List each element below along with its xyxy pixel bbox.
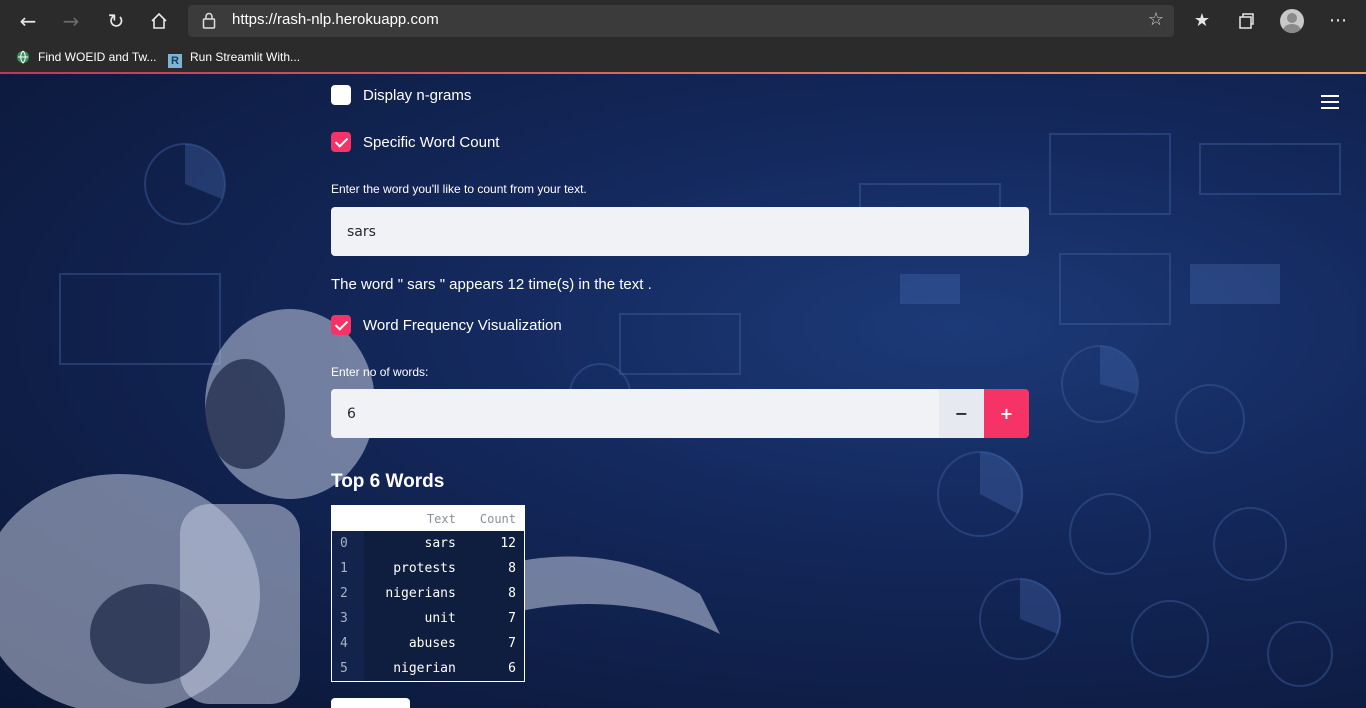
table-row: 2 nigerians 8 [332, 581, 524, 606]
num-words-input[interactable] [331, 389, 939, 438]
favorite-star-icon[interactable]: ☆ [1148, 9, 1164, 30]
r-favicon-icon: R [168, 54, 182, 68]
cell-count: 7 [508, 636, 516, 651]
home-icon[interactable] [144, 6, 174, 36]
lock-icon [202, 12, 216, 29]
top-words-table: Text Count 0 sars 12 1 protests 8 2 nige… [331, 505, 525, 682]
cell-text: sars [424, 536, 456, 551]
ngrams-checkbox-label: Display n-grams [363, 86, 472, 104]
cell-count: 6 [508, 661, 516, 676]
globe-favicon-icon [17, 50, 29, 64]
wordcount-checkbox-label: Specific Word Count [363, 133, 500, 151]
browser-toolbar: ← → ↻ https://rash-nlp.herokuapp.com ☆ ★… [0, 0, 1366, 42]
cell-count: 12 [500, 536, 516, 551]
increment-button[interactable]: + [984, 389, 1029, 438]
collections-icon[interactable] [1232, 7, 1260, 35]
freqviz-checkbox-label: Word Frequency Visualization [363, 316, 562, 334]
freqviz-checkbox-row[interactable]: Word Frequency Visualization [331, 314, 562, 336]
table-row: 4 abuses 7 [332, 631, 524, 656]
cell-count: 7 [508, 611, 516, 626]
row-index: 3 [340, 611, 348, 626]
table-row: 0 sars 12 [332, 531, 524, 556]
row-index: 2 [340, 586, 348, 601]
num-words-stepper: − + [331, 389, 1029, 438]
more-options-icon[interactable]: ⋯ [1324, 7, 1352, 35]
decrement-button[interactable]: − [939, 389, 984, 438]
favorites-list-icon[interactable]: ★ [1188, 7, 1216, 35]
row-index: 1 [340, 561, 348, 576]
word-input[interactable] [331, 207, 1029, 256]
table-row: 5 nigerian 6 [332, 656, 524, 681]
ngrams-checkbox[interactable] [331, 85, 351, 105]
address-bar[interactable]: https://rash-nlp.herokuapp.com ☆ [188, 5, 1174, 37]
column-header-text: Text [364, 506, 464, 531]
wordcount-checkbox-row[interactable]: Specific Word Count [331, 131, 499, 153]
forward-icon[interactable]: → [56, 6, 86, 36]
cell-count: 8 [508, 586, 516, 601]
profile-avatar[interactable] [1280, 9, 1304, 33]
row-index: 5 [340, 661, 348, 676]
row-index: 4 [340, 636, 348, 651]
table-row: 1 protests 8 [332, 556, 524, 581]
freqviz-checkbox[interactable] [331, 315, 351, 335]
table-header-row: Text Count [332, 506, 524, 531]
table-row: 3 unit 7 [332, 606, 524, 631]
bookmark-item[interactable]: Find WOEID and Tw... [16, 47, 157, 67]
refresh-icon[interactable]: ↻ [101, 6, 131, 36]
cell-text: protests [393, 561, 456, 576]
top-words-heading: Top 6 Words [331, 471, 445, 492]
cell-count: 8 [508, 561, 516, 576]
cell-text: nigerians [385, 586, 456, 601]
url-text: https://rash-nlp.herokuapp.com [232, 11, 439, 28]
row-index: 0 [340, 536, 348, 551]
ngrams-checkbox-row[interactable]: Display n-grams [331, 84, 471, 106]
hamburger-menu-icon[interactable] [1321, 95, 1339, 109]
word-count-result: The word " sars " appears 12 time(s) in … [331, 276, 652, 293]
bookmark-item[interactable]: R Run Streamlit With... [168, 47, 301, 68]
index-header [332, 506, 364, 531]
wordcount-checkbox[interactable] [331, 132, 351, 152]
bookmark-label: Run Streamlit With... [190, 50, 301, 64]
word-input-label: Enter the word you'll like to count from… [331, 182, 587, 196]
partial-button[interactable] [331, 698, 410, 708]
bookmarks-bar: Find WOEID and Tw... R Run Streamlit With… [0, 42, 1366, 72]
cell-text: abuses [408, 636, 456, 651]
column-header-count: Count [463, 506, 524, 531]
bookmark-label: Find WOEID and Tw... [38, 50, 157, 64]
num-words-label: Enter no of words: [331, 365, 429, 379]
cell-text: nigerian [393, 661, 456, 676]
back-icon[interactable]: ← [13, 6, 43, 36]
cell-text: unit [424, 611, 456, 626]
